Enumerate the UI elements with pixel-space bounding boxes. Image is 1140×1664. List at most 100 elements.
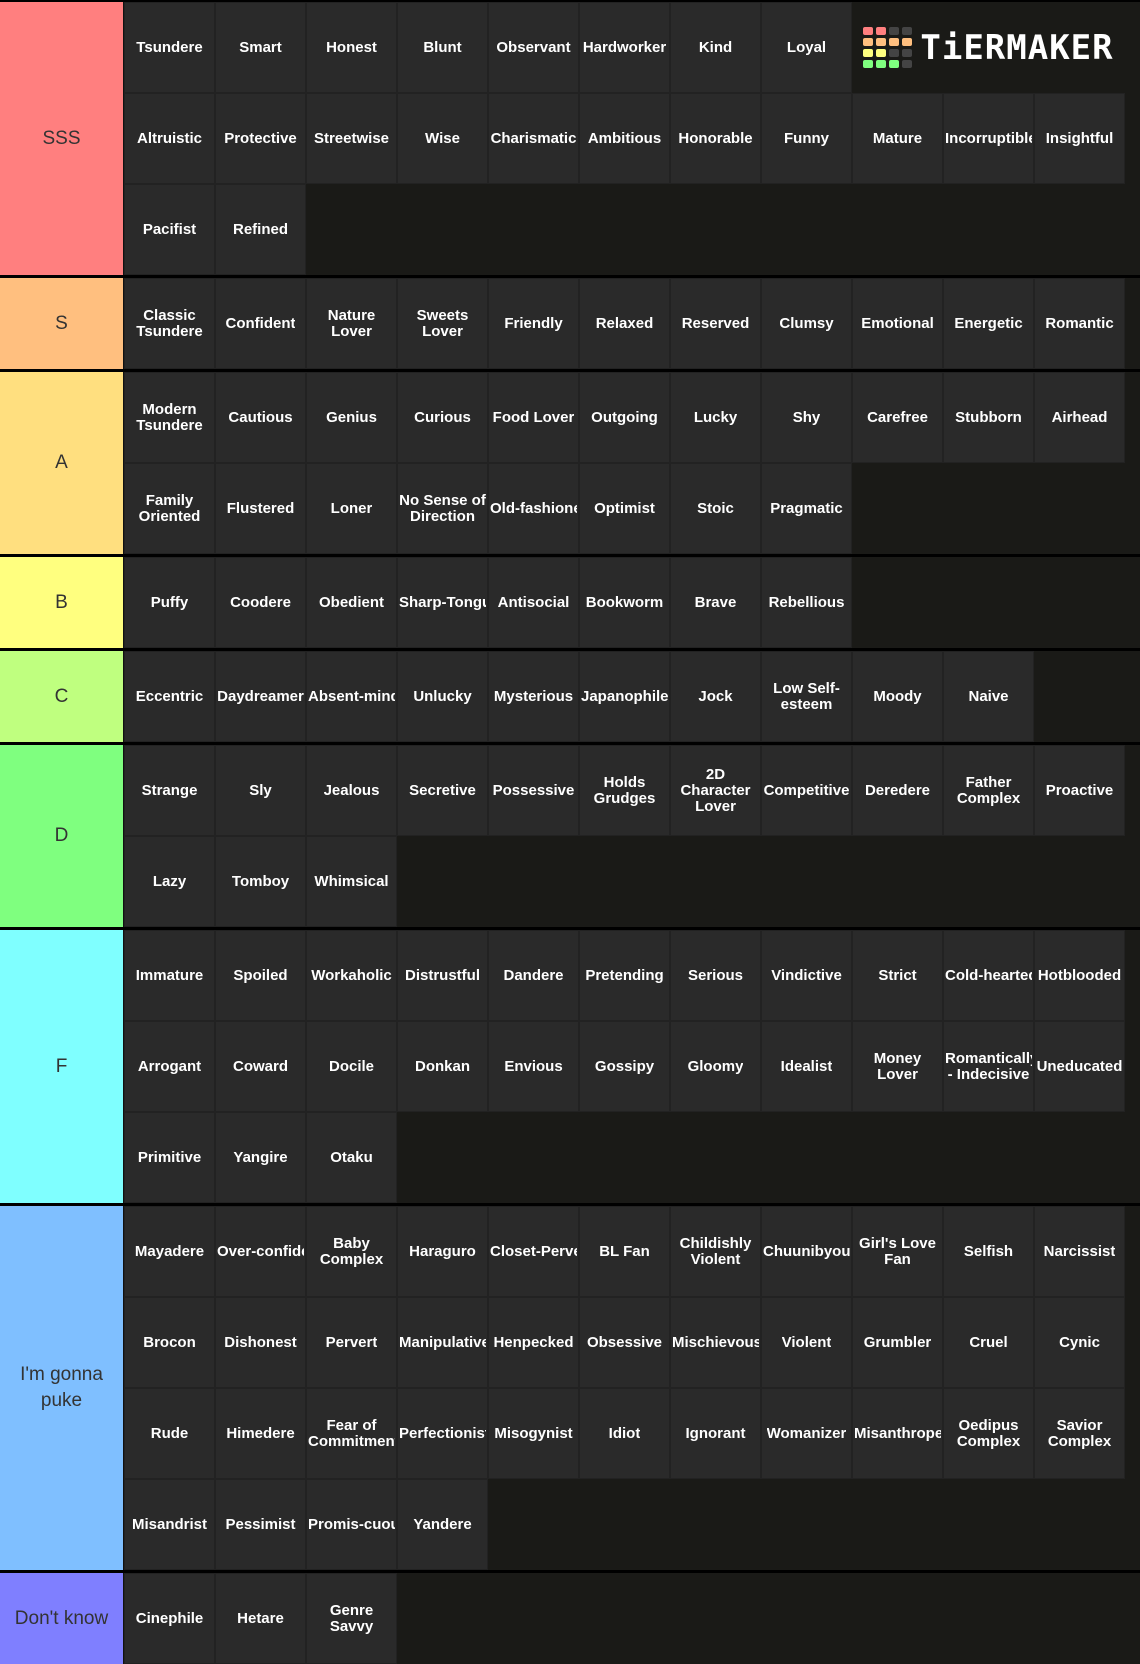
tier-item[interactable]: Girl's Love Fan — [852, 1206, 943, 1297]
tier-item[interactable]: Family Oriented — [124, 463, 215, 554]
tier-item[interactable]: Altruistic — [124, 93, 215, 184]
tier-item[interactable]: Proactive — [1034, 745, 1125, 836]
tier-item[interactable]: Jock — [670, 651, 761, 742]
tier-item[interactable]: Envious — [488, 1021, 579, 1112]
tier-item[interactable]: Over-confident — [215, 1206, 306, 1297]
tier-item[interactable]: Streetwise — [306, 93, 397, 184]
tier-item[interactable]: Strange — [124, 745, 215, 836]
tier-item[interactable]: Secretive — [397, 745, 488, 836]
tier-item[interactable]: Old-fashioned — [488, 463, 579, 554]
tier-item[interactable]: Father Complex — [943, 745, 1034, 836]
tier-item[interactable]: Spoiled — [215, 930, 306, 1021]
tier-item[interactable]: Bookworm — [579, 557, 670, 648]
tier-item[interactable]: Honest — [306, 2, 397, 93]
tier-item[interactable]: Brocon — [124, 1297, 215, 1388]
tier-item[interactable]: Unlucky — [397, 651, 488, 742]
tier-item[interactable]: Grumbler — [852, 1297, 943, 1388]
tier-item[interactable]: Blunt — [397, 2, 488, 93]
tier-item[interactable]: Savior Complex — [1034, 1388, 1125, 1479]
tier-item[interactable]: Womanizer — [761, 1388, 852, 1479]
tier-label[interactable]: B — [0, 557, 124, 648]
tier-item[interactable]: Emotional — [852, 278, 943, 369]
tier-item[interactable]: Reserved — [670, 278, 761, 369]
tier-label[interactable]: A — [0, 372, 124, 554]
tier-item[interactable]: Misanthrope — [852, 1388, 943, 1479]
tier-item[interactable]: Sweets Lover — [397, 278, 488, 369]
tier-item[interactable]: Dishonest — [215, 1297, 306, 1388]
tier-item[interactable]: Flustered — [215, 463, 306, 554]
tier-item[interactable]: Coward — [215, 1021, 306, 1112]
tier-item[interactable]: Manipulative — [397, 1297, 488, 1388]
tier-item[interactable]: Money Lover — [852, 1021, 943, 1112]
tier-item[interactable]: Airhead — [1034, 372, 1125, 463]
tier-item[interactable]: Oedipus Complex — [943, 1388, 1034, 1479]
tier-item[interactable]: Tsundere — [124, 2, 215, 93]
tier-item[interactable]: Friendly — [488, 278, 579, 369]
tier-item[interactable]: Rebellious — [761, 557, 852, 648]
tier-label[interactable]: S — [0, 278, 124, 369]
tier-item[interactable]: Obedient — [306, 557, 397, 648]
tier-item[interactable]: Stubborn — [943, 372, 1034, 463]
tier-item[interactable]: Hardworker — [579, 2, 670, 93]
tier-item[interactable]: Misandrist — [124, 1479, 215, 1570]
tier-item[interactable]: Gossipy — [579, 1021, 670, 1112]
tier-item[interactable]: Modern Tsundere — [124, 372, 215, 463]
tier-item[interactable]: Stoic — [670, 463, 761, 554]
tier-item[interactable]: Dandere — [488, 930, 579, 1021]
tier-item[interactable]: Food Lover — [488, 372, 579, 463]
tier-item[interactable]: Loner — [306, 463, 397, 554]
tier-item[interactable]: Arrogant — [124, 1021, 215, 1112]
tier-item[interactable]: Eccentric — [124, 651, 215, 742]
tier-item[interactable]: Hetare — [215, 1573, 306, 1664]
tier-item[interactable]: Narcissist — [1034, 1206, 1125, 1297]
tier-item[interactable]: Competitive — [761, 745, 852, 836]
tier-item[interactable]: Romantically - Indecisive — [943, 1021, 1034, 1112]
tier-item[interactable]: Relaxed — [579, 278, 670, 369]
tier-item[interactable]: Sharp-Tongued — [397, 557, 488, 648]
tier-item[interactable]: Misogynist — [488, 1388, 579, 1479]
tier-item[interactable]: BL Fan — [579, 1206, 670, 1297]
tier-item[interactable]: 2D Character Lover — [670, 745, 761, 836]
tier-item[interactable]: Loyal — [761, 2, 852, 93]
tier-item[interactable]: Fear of Commitment — [306, 1388, 397, 1479]
tier-item[interactable]: Promis-cuous — [306, 1479, 397, 1570]
tier-item[interactable]: Energetic — [943, 278, 1034, 369]
tier-item[interactable]: Strict — [852, 930, 943, 1021]
tier-item[interactable]: Tomboy — [215, 836, 306, 927]
tier-item[interactable]: Carefree — [852, 372, 943, 463]
tier-item[interactable]: Naive — [943, 651, 1034, 742]
tier-item[interactable]: Cruel — [943, 1297, 1034, 1388]
tier-item[interactable]: Protective — [215, 93, 306, 184]
tier-item[interactable]: Vindictive — [761, 930, 852, 1021]
tier-item[interactable]: Cinephile — [124, 1573, 215, 1664]
tier-item[interactable]: Absent-minded — [306, 651, 397, 742]
tier-item[interactable]: Donkan — [397, 1021, 488, 1112]
tier-label[interactable]: C — [0, 651, 124, 742]
tier-item[interactable]: No Sense of Direction — [397, 463, 488, 554]
tier-item[interactable]: Smart — [215, 2, 306, 93]
tier-item[interactable]: Sly — [215, 745, 306, 836]
tier-label[interactable]: F — [0, 930, 124, 1203]
tier-item[interactable]: Moody — [852, 651, 943, 742]
tier-item[interactable]: Romantic — [1034, 278, 1125, 369]
tier-item[interactable]: Pacifist — [124, 184, 215, 275]
tier-item[interactable]: Daydreamer — [215, 651, 306, 742]
tier-item[interactable]: Docile — [306, 1021, 397, 1112]
tier-item[interactable]: Workaholic — [306, 930, 397, 1021]
tier-item[interactable]: Baby Complex — [306, 1206, 397, 1297]
tier-item[interactable]: Obsessive — [579, 1297, 670, 1388]
tier-item[interactable]: Pragmatic — [761, 463, 852, 554]
tier-item[interactable]: Selfish — [943, 1206, 1034, 1297]
tier-item[interactable]: Ignorant — [670, 1388, 761, 1479]
tier-item[interactable]: Cynic — [1034, 1297, 1125, 1388]
tier-item[interactable]: Idiot — [579, 1388, 670, 1479]
tier-item[interactable]: Cautious — [215, 372, 306, 463]
tier-item[interactable]: Gloomy — [670, 1021, 761, 1112]
tier-item[interactable]: Charismatic — [488, 93, 579, 184]
tier-item[interactable]: Idealist — [761, 1021, 852, 1112]
tier-item[interactable]: Hotblooded — [1034, 930, 1125, 1021]
tier-item[interactable]: Cold-hearted — [943, 930, 1034, 1021]
tier-item[interactable]: Pessimist — [215, 1479, 306, 1570]
tier-item[interactable]: Incorruptible — [943, 93, 1034, 184]
tier-item[interactable]: Antisocial — [488, 557, 579, 648]
